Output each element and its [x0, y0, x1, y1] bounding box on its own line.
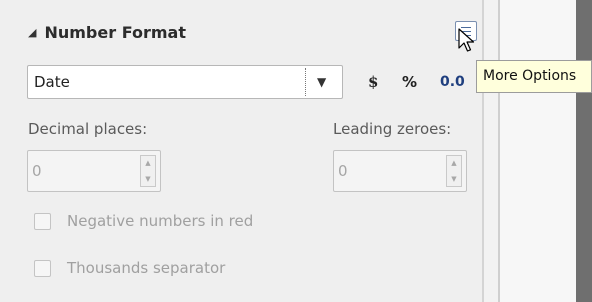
leading-zeroes-label: Leading zeroes: [333, 120, 452, 138]
decimal-places-label: Decimal places: [28, 120, 148, 138]
percent-format-button[interactable]: % [402, 73, 417, 91]
spin-up-icon[interactable]: ▲ [447, 159, 461, 167]
category-dropdown[interactable]: Date ▼ [27, 65, 343, 99]
spin-down-icon[interactable]: ▼ [447, 175, 461, 183]
negative-red-label: Negative numbers in red [67, 212, 254, 230]
triangle-down-icon[interactable]: ◢ [28, 26, 36, 39]
leading-zeroes-spinbox[interactable]: 0 ▲ ▼ [333, 150, 467, 192]
thousands-separator-option[interactable]: Thousands separator [34, 259, 225, 277]
negative-red-checkbox[interactable] [34, 212, 51, 230]
spin-down-icon[interactable]: ▼ [141, 175, 155, 183]
sidebar-tab-area [500, 0, 576, 302]
spin-up-icon[interactable]: ▲ [141, 159, 155, 167]
window-edge [576, 0, 592, 302]
thousands-separator-label: Thousands separator [67, 259, 226, 277]
chevron-down-icon[interactable]: ▼ [317, 75, 326, 89]
decimal-format-button[interactable]: 0.0 [440, 74, 465, 90]
leading-zeroes-value: 0 [338, 162, 348, 180]
tooltip: More Options [476, 60, 592, 93]
thousands-separator-checkbox[interactable] [34, 259, 51, 277]
spin-buttons[interactable]: ▲ ▼ [446, 155, 462, 187]
category-value: Date [34, 73, 70, 91]
section-title: Number Format [44, 22, 186, 42]
currency-format-button[interactable]: $ [368, 73, 378, 91]
negative-red-option[interactable]: Negative numbers in red [34, 212, 253, 230]
dropdown-divider [305, 68, 306, 96]
panel-scroll-strip [484, 0, 498, 302]
decimal-places-spinbox[interactable]: 0 ▲ ▼ [27, 150, 161, 192]
sidebar-panel: ◢ Number Format Date ▼ $ % 0.0 Decimal p… [0, 0, 482, 302]
spin-buttons[interactable]: ▲ ▼ [140, 155, 156, 187]
number-format-header[interactable]: ◢ Number Format [28, 20, 186, 44]
mouse-pointer-icon [458, 28, 475, 52]
decimal-places-value: 0 [32, 162, 42, 180]
